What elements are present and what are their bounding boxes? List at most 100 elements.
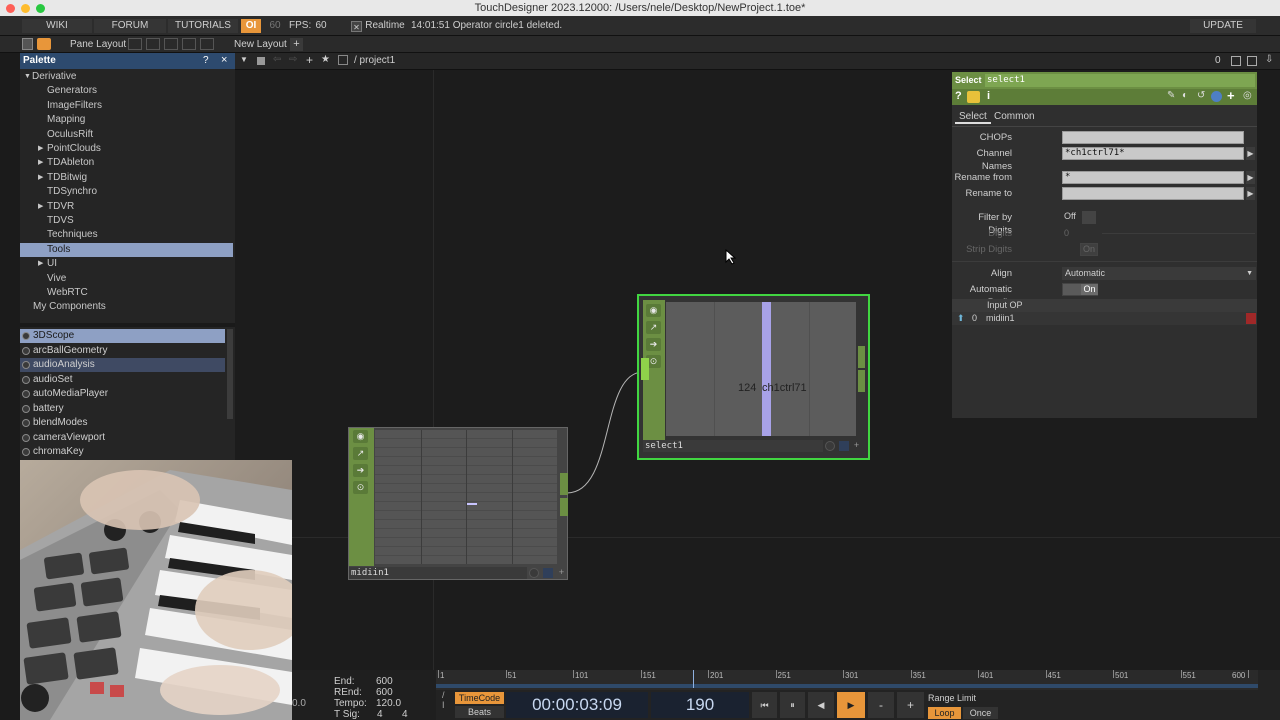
display-icon[interactable]: ➔ [353,464,368,477]
python-icon[interactable] [1211,91,1222,102]
once-button[interactable]: Once [963,707,998,719]
midiin1-node[interactable]: ◉ ↗ ➔ ⊙ midiin1 + [348,427,568,580]
select1-node[interactable]: ◉ ↗ ➔ ⊙ 124 ch1ctrl71 select1 + [637,294,870,460]
play-forward-button[interactable]: ▶ [837,692,865,718]
component-list-item[interactable]: audioSet [20,373,225,387]
digits-slider[interactable] [1102,233,1255,234]
playhead[interactable] [693,670,695,688]
select1-label[interactable]: select1 [643,440,823,452]
palette-tree-item[interactable]: ▶ TDBitwig [20,171,233,185]
component-list-item[interactable]: blendModes [20,416,225,430]
settings-icon[interactable]: ◎ [1243,90,1252,101]
filter-digits-toggle[interactable]: Off [1062,211,1096,224]
node-display-flag-icon[interactable] [543,568,553,578]
home-icon[interactable] [338,55,348,65]
component-list-item[interactable]: audioAnalysis [20,358,225,372]
end-value[interactable]: 600 [376,676,393,687]
lock-icon[interactable]: ⊙ [353,481,368,494]
step-back-button[interactable]: - [868,692,894,718]
tab-common[interactable]: Common [992,110,1037,124]
display-icon[interactable]: ➔ [646,338,661,351]
pane-split-icon[interactable] [22,38,33,50]
forum-button[interactable]: FORUM [94,19,166,33]
pane-options-icon[interactable] [1247,56,1257,66]
edit-icon[interactable]: ✎ [1167,90,1175,101]
maximize-pane-icon[interactable] [1231,56,1241,66]
tab-select[interactable]: Select [955,110,991,124]
wiki-button[interactable]: WIKI [22,19,92,33]
bypass-icon[interactable]: ↗ [646,321,661,334]
pause-button[interactable]: ⏸ [780,692,805,718]
chops-field[interactable] [1062,131,1244,144]
rename-from-menu-icon[interactable]: ▶ [1246,171,1255,184]
palette-tree-item[interactable]: WebRTC [20,286,233,300]
chevron-right-icon[interactable]: ▶ [38,257,43,271]
strip-digits-toggle[interactable]: On [1080,243,1098,256]
network-menu-icon[interactable]: ▼ [240,55,248,64]
chevron-right-icon[interactable]: ▶ [38,171,43,185]
component-list-item[interactable]: chromaKey [20,445,225,459]
rend-value[interactable]: 600 [376,687,393,698]
palette-divider[interactable] [20,323,235,327]
component-list-item[interactable]: cameraViewport [20,431,225,445]
op-name-field[interactable]: select1 [985,74,1255,87]
step-forward-button[interactable]: + [897,692,924,718]
rename-from-field[interactable]: * [1062,171,1244,184]
bypass-icon[interactable]: ↗ [353,447,368,460]
beats-button[interactable]: Beats [455,706,504,718]
pane-download-icon[interactable] [37,38,51,50]
align-dropdown[interactable]: Automatic ▼ [1062,267,1256,280]
component-list-item[interactable]: battery [20,402,225,416]
timecode-display[interactable]: 00:00:03:09 [506,692,648,718]
input-op-row[interactable]: ⬆ 0 midiin1 [952,312,1257,325]
rename-to-field[interactable] [1062,187,1244,200]
component-list-item[interactable]: 3DScope [20,329,225,343]
component-list-item[interactable]: autoMediaPlayer [20,387,225,401]
frame-display[interactable]: 190 [651,692,749,718]
palette-tree-item[interactable]: Tools [20,242,233,257]
palette-tree-item[interactable]: TDVS [20,214,233,228]
forward-icon[interactable]: ⇨ [289,54,297,65]
output-connector-2[interactable] [560,498,568,516]
midiin1-label[interactable]: midiin1 [349,567,527,579]
realtime-checkbox[interactable]: ✕ [351,21,362,32]
palette-tree-item[interactable]: Generators [20,84,233,98]
minimize-window-button[interactable] [21,4,30,13]
digits-value[interactable]: 0 [1064,227,1069,240]
layout-triple-icon[interactable] [182,38,196,50]
palette-tree-item[interactable]: Mapping [20,113,233,127]
channel-names-menu-icon[interactable]: ▶ [1246,147,1255,160]
output-connector[interactable] [858,346,865,368]
update-button[interactable]: UPDATE [1190,19,1256,33]
stop-icon[interactable] [257,57,265,65]
layout-quad-icon[interactable] [200,38,214,50]
python-help-icon[interactable] [967,91,980,103]
palette-tree-item[interactable]: ▶ PointClouds [20,142,233,156]
layout-vsplit-icon[interactable] [146,38,160,50]
timecode-button[interactable]: TimeCode [455,692,504,704]
play-reverse-button[interactable]: ◀ [808,692,834,718]
tsig-numerator[interactable]: 4 [377,709,383,720]
node-add-icon[interactable]: + [556,567,567,578]
timeline-mode-icons[interactable]: / I [442,690,452,718]
close-window-button[interactable] [6,4,15,13]
rename-to-menu-icon[interactable]: ▶ [1246,187,1255,200]
layout-hsplit-icon[interactable] [164,38,178,50]
palette-close-button[interactable]: × [221,54,227,66]
add-icon[interactable]: + [306,53,313,67]
palette-tree-item[interactable]: ImageFilters [20,99,233,113]
palette-tree-item[interactable]: ▶ TDAbleton [20,156,233,170]
palette-tree-item[interactable]: Techniques [20,228,233,242]
layout-single-icon[interactable] [128,38,142,50]
pane-menu-icon[interactable]: ⇩ [1265,54,1273,65]
remove-input-icon[interactable] [1246,313,1256,324]
comment-icon[interactable]: ◐ [1182,90,1188,101]
info-icon[interactable]: i [987,90,990,102]
input-connector[interactable] [641,358,649,380]
tutorials-button[interactable]: TUTORIALS [168,19,238,33]
chevron-right-icon[interactable]: ▶ [38,142,43,156]
oi-button[interactable]: OI [241,19,261,33]
auto-prefix-toggle[interactable]: On [1062,283,1098,296]
palette-tree-item[interactable]: Vive [20,272,233,286]
back-icon[interactable]: ⇦ [273,54,281,65]
